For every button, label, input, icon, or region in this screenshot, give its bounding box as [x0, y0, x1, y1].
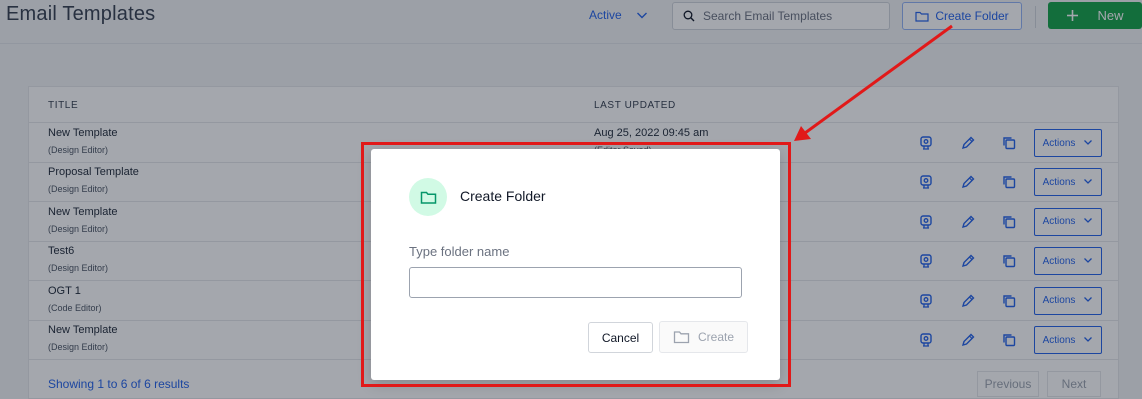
- annotation-highlight-box: [361, 142, 791, 387]
